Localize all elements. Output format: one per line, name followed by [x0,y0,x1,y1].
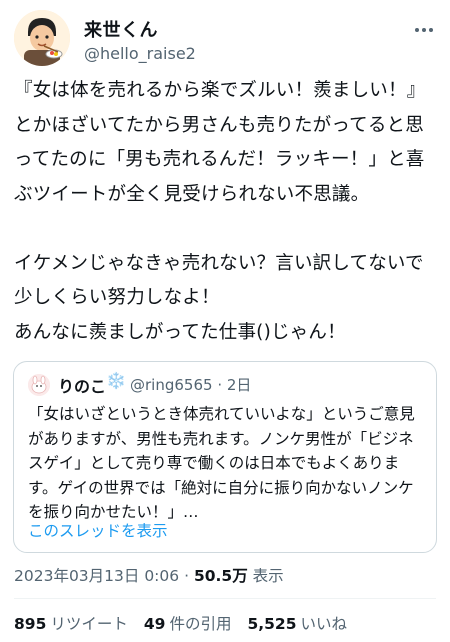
quoted-age: 2日 [226,376,252,394]
quoted-author-name: りのこ [58,377,107,396]
quotes-stat[interactable]: 49 件の引用 [144,612,232,634]
tweet-timestamp[interactable]: 2023年03月13日 0:06 [14,567,179,585]
quoted-author-handle-line: @ring6565 · 2日 [130,374,251,395]
more-options-icon[interactable] [412,20,436,40]
tweet-meta: 2023年03月13日 0:06 · 50.5万 表示 [14,564,284,586]
quotes-count: 49 [143,615,166,633]
quoted-tweet[interactable]: りのこ ❄️ @ring6565 · 2日 「女はいざというとき体売れていいよな… [13,361,437,553]
likes-count: 5,525 [247,615,297,633]
show-thread-link[interactable]: このスレッドを表示 [28,519,168,541]
tweet-stats: 895 リツイート 49 件の引用 5,525 いいね [14,612,347,634]
likes-stat[interactable]: 5,525 いいね [247,612,347,634]
retweets-label: リツイート [50,615,128,633]
views-count: 50.5万 [193,567,248,585]
likes-label: いいね [300,615,348,633]
retweets-stat[interactable]: 895 リツイート [14,612,128,634]
tweet-text: 『女は体を売れるから楽でズルい！羨ましい！』とかほざいてたから男さんも売りたがっ… [14,80,426,343]
author-handle[interactable]: @hello_raise2 [84,44,196,63]
retweets-count: 895 [14,615,47,633]
author-avatar[interactable] [14,10,70,66]
quoted-author-handle: @ring6565 [130,376,213,394]
divider [14,598,436,599]
quoted-tweet-text: 「女はいざというとき体売れていいよな」というご意見がありますが、男性も売れます。… [28,405,415,521]
quoted-author-avatar [28,374,50,396]
meta-separator: · [184,567,190,585]
tweet-header: 来世くん @hello_raise2 [14,8,436,66]
author-display-name[interactable]: 来世くん [84,16,158,42]
quoted-separator: · [217,376,223,394]
snowflake-icon: ❄️ [106,371,126,390]
quotes-label: 件の引用 [169,615,232,633]
views-label: 表示 [252,567,284,585]
